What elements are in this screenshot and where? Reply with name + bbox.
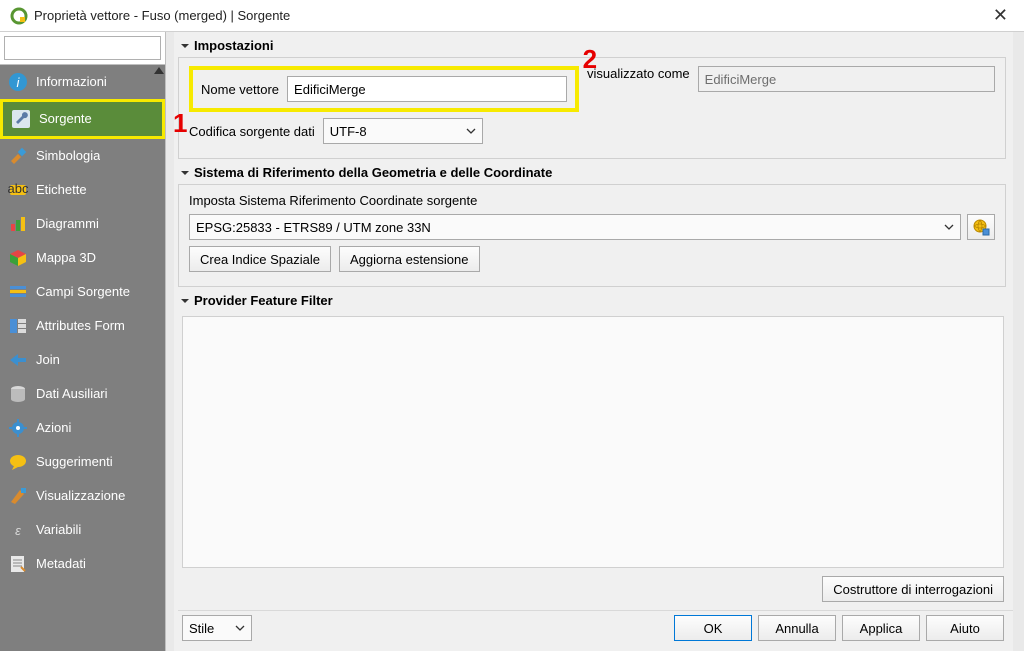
sidebar-item-label: Etichette <box>36 183 87 198</box>
style-menu-button[interactable]: Stile <box>182 615 252 641</box>
chevron-down-icon <box>180 296 190 306</box>
sidebar-item-label: Informazioni <box>36 75 107 90</box>
brush-icon <box>8 146 28 166</box>
window-close-button[interactable]: ✕ <box>987 5 1014 26</box>
group-title: Sistema di Riferimento della Geometria e… <box>194 165 552 180</box>
layer-name-input[interactable] <box>287 76 567 102</box>
qgis-logo-icon <box>10 7 28 25</box>
svg-text:abc: abc <box>8 181 28 196</box>
sidebar-item-variabili[interactable]: ε Variabili <box>0 513 165 547</box>
wrench-icon <box>11 109 31 129</box>
filter-textarea[interactable] <box>182 316 1004 568</box>
cancel-button[interactable]: Annulla <box>758 615 836 641</box>
crs-selector-button[interactable] <box>967 214 995 240</box>
metadata-icon <box>8 554 28 574</box>
sidebar-item-label: Join <box>36 353 60 368</box>
group-title: Impostazioni <box>194 38 273 53</box>
sidebar-item-attributes-form[interactable]: Attributes Form <box>0 309 165 343</box>
sidebar-item-campi-sorgente[interactable]: Campi Sorgente <box>0 275 165 309</box>
gear-icon <box>8 418 28 438</box>
sidebar-item-etichette[interactable]: abc Etichette <box>0 173 165 207</box>
sidebar-item-metadati[interactable]: Metadati <box>0 547 165 581</box>
chevron-down-icon <box>944 224 954 230</box>
cube-icon <box>8 248 28 268</box>
label-set-crs: Imposta Sistema Riferimento Coordinate s… <box>189 193 477 208</box>
chevron-down-icon <box>180 41 190 51</box>
globe-icon <box>972 218 990 236</box>
variable-icon: ε <box>8 520 28 540</box>
chevron-down-icon <box>466 128 476 134</box>
chevron-down-icon <box>235 625 245 631</box>
sidebar-item-diagrammi[interactable]: Diagrammi <box>0 207 165 241</box>
annotation-1: 1 <box>173 108 187 139</box>
sidebar-item-dati-ausiliari[interactable]: Dati Ausiliari <box>0 377 165 411</box>
sidebar-item-label: Visualizzazione <box>36 489 125 504</box>
ok-button[interactable]: OK <box>674 615 752 641</box>
group-header-filter[interactable]: Provider Feature Filter <box>178 287 1020 312</box>
annotation-2: 2 <box>583 44 597 75</box>
query-builder-button[interactable]: Costruttore di interrogazioni <box>822 576 1004 602</box>
chevron-down-icon <box>180 168 190 178</box>
scroll-up-icon[interactable] <box>154 67 164 74</box>
group-header-crs[interactable]: Sistema di Riferimento della Geometria e… <box>178 159 1020 184</box>
encoding-value: UTF-8 <box>330 124 367 139</box>
sidebar-item-label: Sorgente <box>39 112 92 127</box>
displayed-as-input <box>698 66 995 92</box>
sidebar-item-simbologia[interactable]: Simbologia <box>0 139 165 173</box>
apply-button[interactable]: Applica <box>842 615 920 641</box>
form-icon <box>8 316 28 336</box>
sidebar-item-label: Azioni <box>36 421 71 436</box>
sidebar-item-label: Attributes Form <box>36 319 125 334</box>
content-scrollbar[interactable] <box>1013 32 1024 651</box>
create-spatial-index-button[interactable]: Crea Indice Spaziale <box>189 246 331 272</box>
crs-combobox[interactable]: EPSG:25833 - ETRS89 / UTM zone 33N <box>189 214 961 240</box>
sidebar-item-label: Campi Sorgente <box>36 285 130 300</box>
sidebar-item-label: Simbologia <box>36 149 100 164</box>
group-title: Provider Feature Filter <box>194 293 333 308</box>
sidebar-item-label: Mappa 3D <box>36 251 96 266</box>
crs-value: EPSG:25833 - ETRS89 / UTM zone 33N <box>196 220 431 235</box>
sidebar-nav: i Informazioni Sorgente Simbologia abc E… <box>0 65 165 651</box>
label-codifica: Codifica sorgente dati <box>189 124 315 139</box>
join-icon <box>8 350 28 370</box>
sidebar-item-join[interactable]: Join <box>0 343 165 377</box>
fields-icon <box>8 282 28 302</box>
sidebar-item-mappa3d[interactable]: Mappa 3D <box>0 241 165 275</box>
diagram-icon <box>8 214 28 234</box>
database-icon <box>8 384 28 404</box>
label-icon: abc <box>8 180 28 200</box>
sidebar-item-sorgente[interactable]: Sorgente <box>0 99 165 139</box>
sidebar-item-label: Variabili <box>36 523 81 538</box>
label-nome-vettore: Nome vettore <box>201 82 279 97</box>
update-extent-button[interactable]: Aggiorna estensione <box>339 246 480 272</box>
label-visualizzato-come: visualizzato come <box>587 66 690 112</box>
group-header-impostazioni[interactable]: Impostazioni <box>178 32 1020 57</box>
sidebar-item-label: Metadati <box>36 557 86 572</box>
sidebar-item-informazioni[interactable]: i Informazioni <box>0 65 165 99</box>
window-title: Proprietà vettore - Fuso (merged) | Sorg… <box>34 8 290 23</box>
sidebar-item-visualizzazione[interactable]: Visualizzazione <box>0 479 165 513</box>
sidebar-item-label: Dati Ausiliari <box>36 387 108 402</box>
help-button[interactable]: Aiuto <box>926 615 1004 641</box>
sidebar-item-label: Diagrammi <box>36 217 99 232</box>
encoding-combobox[interactable]: UTF-8 <box>323 118 483 144</box>
render-icon <box>8 486 28 506</box>
sidebar-item-azioni[interactable]: Azioni <box>0 411 165 445</box>
titlebar: Proprietà vettore - Fuso (merged) | Sorg… <box>0 0 1024 32</box>
tip-icon <box>8 452 28 472</box>
sidebar-item-suggerimenti[interactable]: Suggerimenti <box>0 445 165 479</box>
info-icon: i <box>8 72 28 92</box>
svg-text:ε: ε <box>15 523 21 538</box>
sidebar-search-input[interactable] <box>4 36 161 60</box>
sidebar-item-label: Suggerimenti <box>36 455 113 470</box>
